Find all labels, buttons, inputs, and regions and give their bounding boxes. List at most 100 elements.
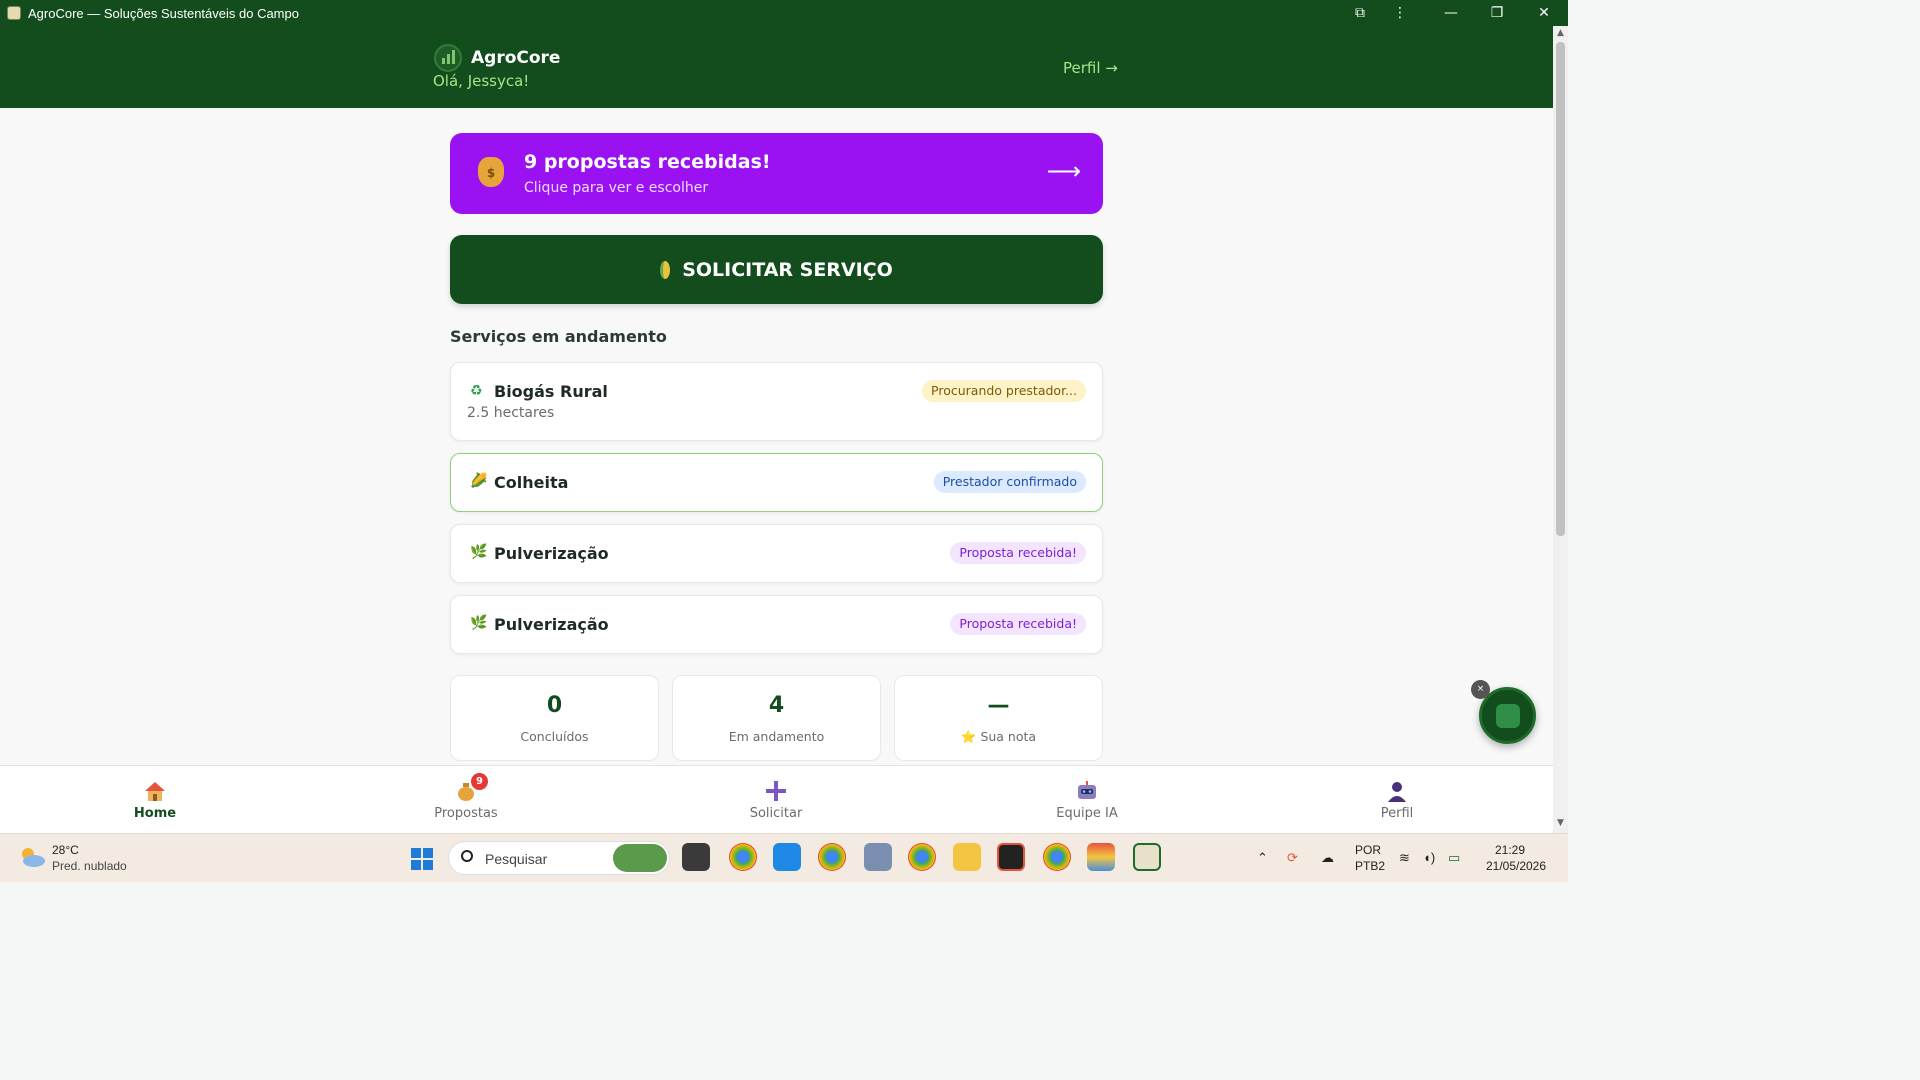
corn-icon: 🌽 — [470, 473, 488, 489]
nav-item-request[interactable]: Solicitar — [706, 766, 846, 834]
taskbar-search[interactable]: Pesquisar — [448, 841, 670, 875]
service-card[interactable]: 🌿 Pulverização Proposta recebida! — [450, 595, 1103, 654]
stat-label: Em andamento — [728, 729, 825, 744]
stat-card-rating: — ⭐ Sua nota — [894, 675, 1103, 761]
chrome-icon[interactable] — [729, 843, 757, 871]
stat-value: 0 — [546, 693, 563, 718]
greeting: Olá, Jessyca! — [433, 72, 530, 90]
agrocore-app-icon[interactable] — [1133, 843, 1161, 871]
money-bag-icon: $ — [478, 157, 504, 187]
partly-cloudy-icon[interactable] — [18, 846, 46, 868]
services-section-title: Serviços em andamento — [450, 327, 667, 346]
stat-value: — — [987, 693, 1010, 718]
request-service-label: SOLICITAR SERVIÇO — [682, 258, 893, 281]
sprout-icon: 🌿 — [470, 615, 488, 631]
chevron-up-icon[interactable]: ⌃ — [1257, 850, 1268, 866]
clock-time[interactable]: 21:29 — [1495, 843, 1525, 857]
chrome-icon[interactable] — [1043, 843, 1071, 871]
brand-name: AgroCore — [471, 48, 561, 68]
app-icon — [7, 6, 21, 20]
service-name: Pulverização — [494, 615, 609, 634]
bottom-nav: Home Propostas 9 Solicitar Equipe IA Per… — [0, 765, 1553, 833]
nav-label: Home — [133, 806, 177, 821]
plus-icon — [766, 781, 786, 801]
status-badge: Procurando prestador... — [922, 380, 1086, 402]
recycle-icon: ♻ — [470, 383, 483, 399]
wifi-icon[interactable]: ≋ — [1399, 850, 1410, 866]
weather-description: Pred. nublado — [52, 859, 127, 873]
nav-item-proposals[interactable]: Propostas — [396, 766, 536, 834]
clock-date[interactable]: 21/05/2026 — [1486, 859, 1546, 873]
banner-subtitle: Clique para ver e escolher — [524, 180, 709, 196]
agrocore-logo-icon — [434, 44, 462, 72]
service-name: Pulverização — [494, 544, 609, 563]
nav-item-home[interactable]: Home — [85, 766, 225, 834]
stat-label: Concluídos — [520, 729, 589, 744]
status-badge: Prestador confirmado — [933, 471, 1086, 493]
app-icon[interactable] — [864, 843, 892, 871]
status-badge: Proposta recebida! — [950, 542, 1086, 564]
service-name: Colheita — [494, 473, 569, 492]
scroll-down-icon[interactable]: ▼ — [1554, 818, 1567, 832]
robot-icon — [1496, 704, 1520, 728]
stat-card-completed: 0 Concluídos — [450, 675, 659, 761]
menu-icon[interactable]: ⋮ — [1386, 0, 1414, 26]
app-header: AgroCore Olá, Jessyca! Perfil → — [0, 26, 1553, 108]
nav-label: Equipe IA — [1056, 806, 1118, 821]
profile-link[interactable]: Perfil → — [1063, 59, 1118, 77]
maximize-button[interactable]: ❐ — [1483, 0, 1511, 26]
person-icon — [1388, 782, 1406, 802]
keyboard-layout[interactable]: PTB2 — [1355, 859, 1385, 873]
language-indicator[interactable]: POR — [1355, 843, 1381, 857]
weather-temperature: 28°C — [52, 843, 79, 857]
brand: AgroCore — [434, 44, 560, 72]
file-explorer-icon[interactable] — [953, 843, 981, 871]
request-service-button[interactable]: SOLICITAR SERVIÇO — [450, 235, 1103, 304]
service-detail: 2.5 hectares — [467, 405, 555, 421]
task-view-icon[interactable] — [682, 843, 710, 871]
robot-icon — [1078, 781, 1096, 799]
banner-title: 9 propostas recebidas! — [524, 151, 771, 173]
search-icon — [461, 850, 473, 862]
winrar-icon[interactable] — [1087, 843, 1115, 871]
nav-label: Perfil — [1380, 806, 1414, 821]
close-button[interactable]: ✕ — [1530, 0, 1558, 26]
service-card[interactable]: 🌽 Colheita Prestador confirmado — [450, 453, 1103, 512]
window-titlebar: AgroCore — Soluções Sustentáveis do Camp… — [0, 0, 1568, 26]
stat-card-in-progress: 4 Em andamento — [672, 675, 881, 761]
stat-value: 4 — [768, 693, 785, 718]
minimize-button[interactable]: — — [1437, 0, 1465, 26]
proposals-count-badge: 9 — [471, 773, 488, 790]
corn-icon — [660, 260, 671, 279]
service-card[interactable]: 🌿 Pulverização Proposta recebida! — [450, 524, 1103, 583]
battery-icon[interactable]: ▭ — [1448, 850, 1460, 866]
os-taskbar: 28°C Pred. nublado Pesquisar ⌃ ⟳ ☁ POR P… — [0, 833, 1568, 882]
arrow-right-icon: ⟶ — [1046, 157, 1081, 185]
windows-start-icon[interactable] — [411, 848, 433, 870]
search-highlight-image — [613, 844, 667, 872]
ai-close-button[interactable]: × — [1471, 680, 1490, 699]
scroll-up-icon[interactable]: ▲ — [1554, 28, 1567, 42]
sprout-icon: 🌿 — [470, 544, 488, 560]
proposals-banner[interactable]: $ 9 propostas recebidas! Clique para ver… — [450, 133, 1103, 214]
main-content: $ 9 propostas recebidas! Clique para ver… — [0, 108, 1553, 765]
status-badge: Proposta recebida! — [950, 613, 1086, 635]
volume-icon[interactable]: ◖) — [1423, 850, 1435, 865]
nav-item-ai-team[interactable]: Equipe IA — [1017, 766, 1157, 834]
nav-label: Propostas — [434, 806, 498, 821]
extensions-icon[interactable]: ⧉ — [1346, 0, 1374, 26]
service-card[interactable]: ♻ Biogás Rural 2.5 hectares Procurando p… — [450, 362, 1103, 441]
cloud-off-icon[interactable]: ☁ — [1321, 850, 1334, 866]
service-name: Biogás Rural — [494, 382, 608, 401]
chrome-profile-icon[interactable] — [818, 843, 846, 871]
vscode-icon[interactable] — [773, 843, 801, 871]
stat-label: ⭐ Sua nota — [960, 729, 1037, 744]
nav-item-profile[interactable]: Perfil — [1327, 766, 1467, 834]
sync-icon[interactable]: ⟳ — [1287, 850, 1298, 866]
chrome-icon[interactable] — [908, 843, 936, 871]
search-placeholder: Pesquisar — [485, 851, 548, 867]
house-icon — [145, 782, 165, 801]
scrollbar-thumb[interactable] — [1556, 42, 1565, 536]
window-title: AgroCore — Soluções Sustentáveis do Camp… — [28, 5, 299, 21]
app-icon[interactable] — [997, 843, 1025, 871]
